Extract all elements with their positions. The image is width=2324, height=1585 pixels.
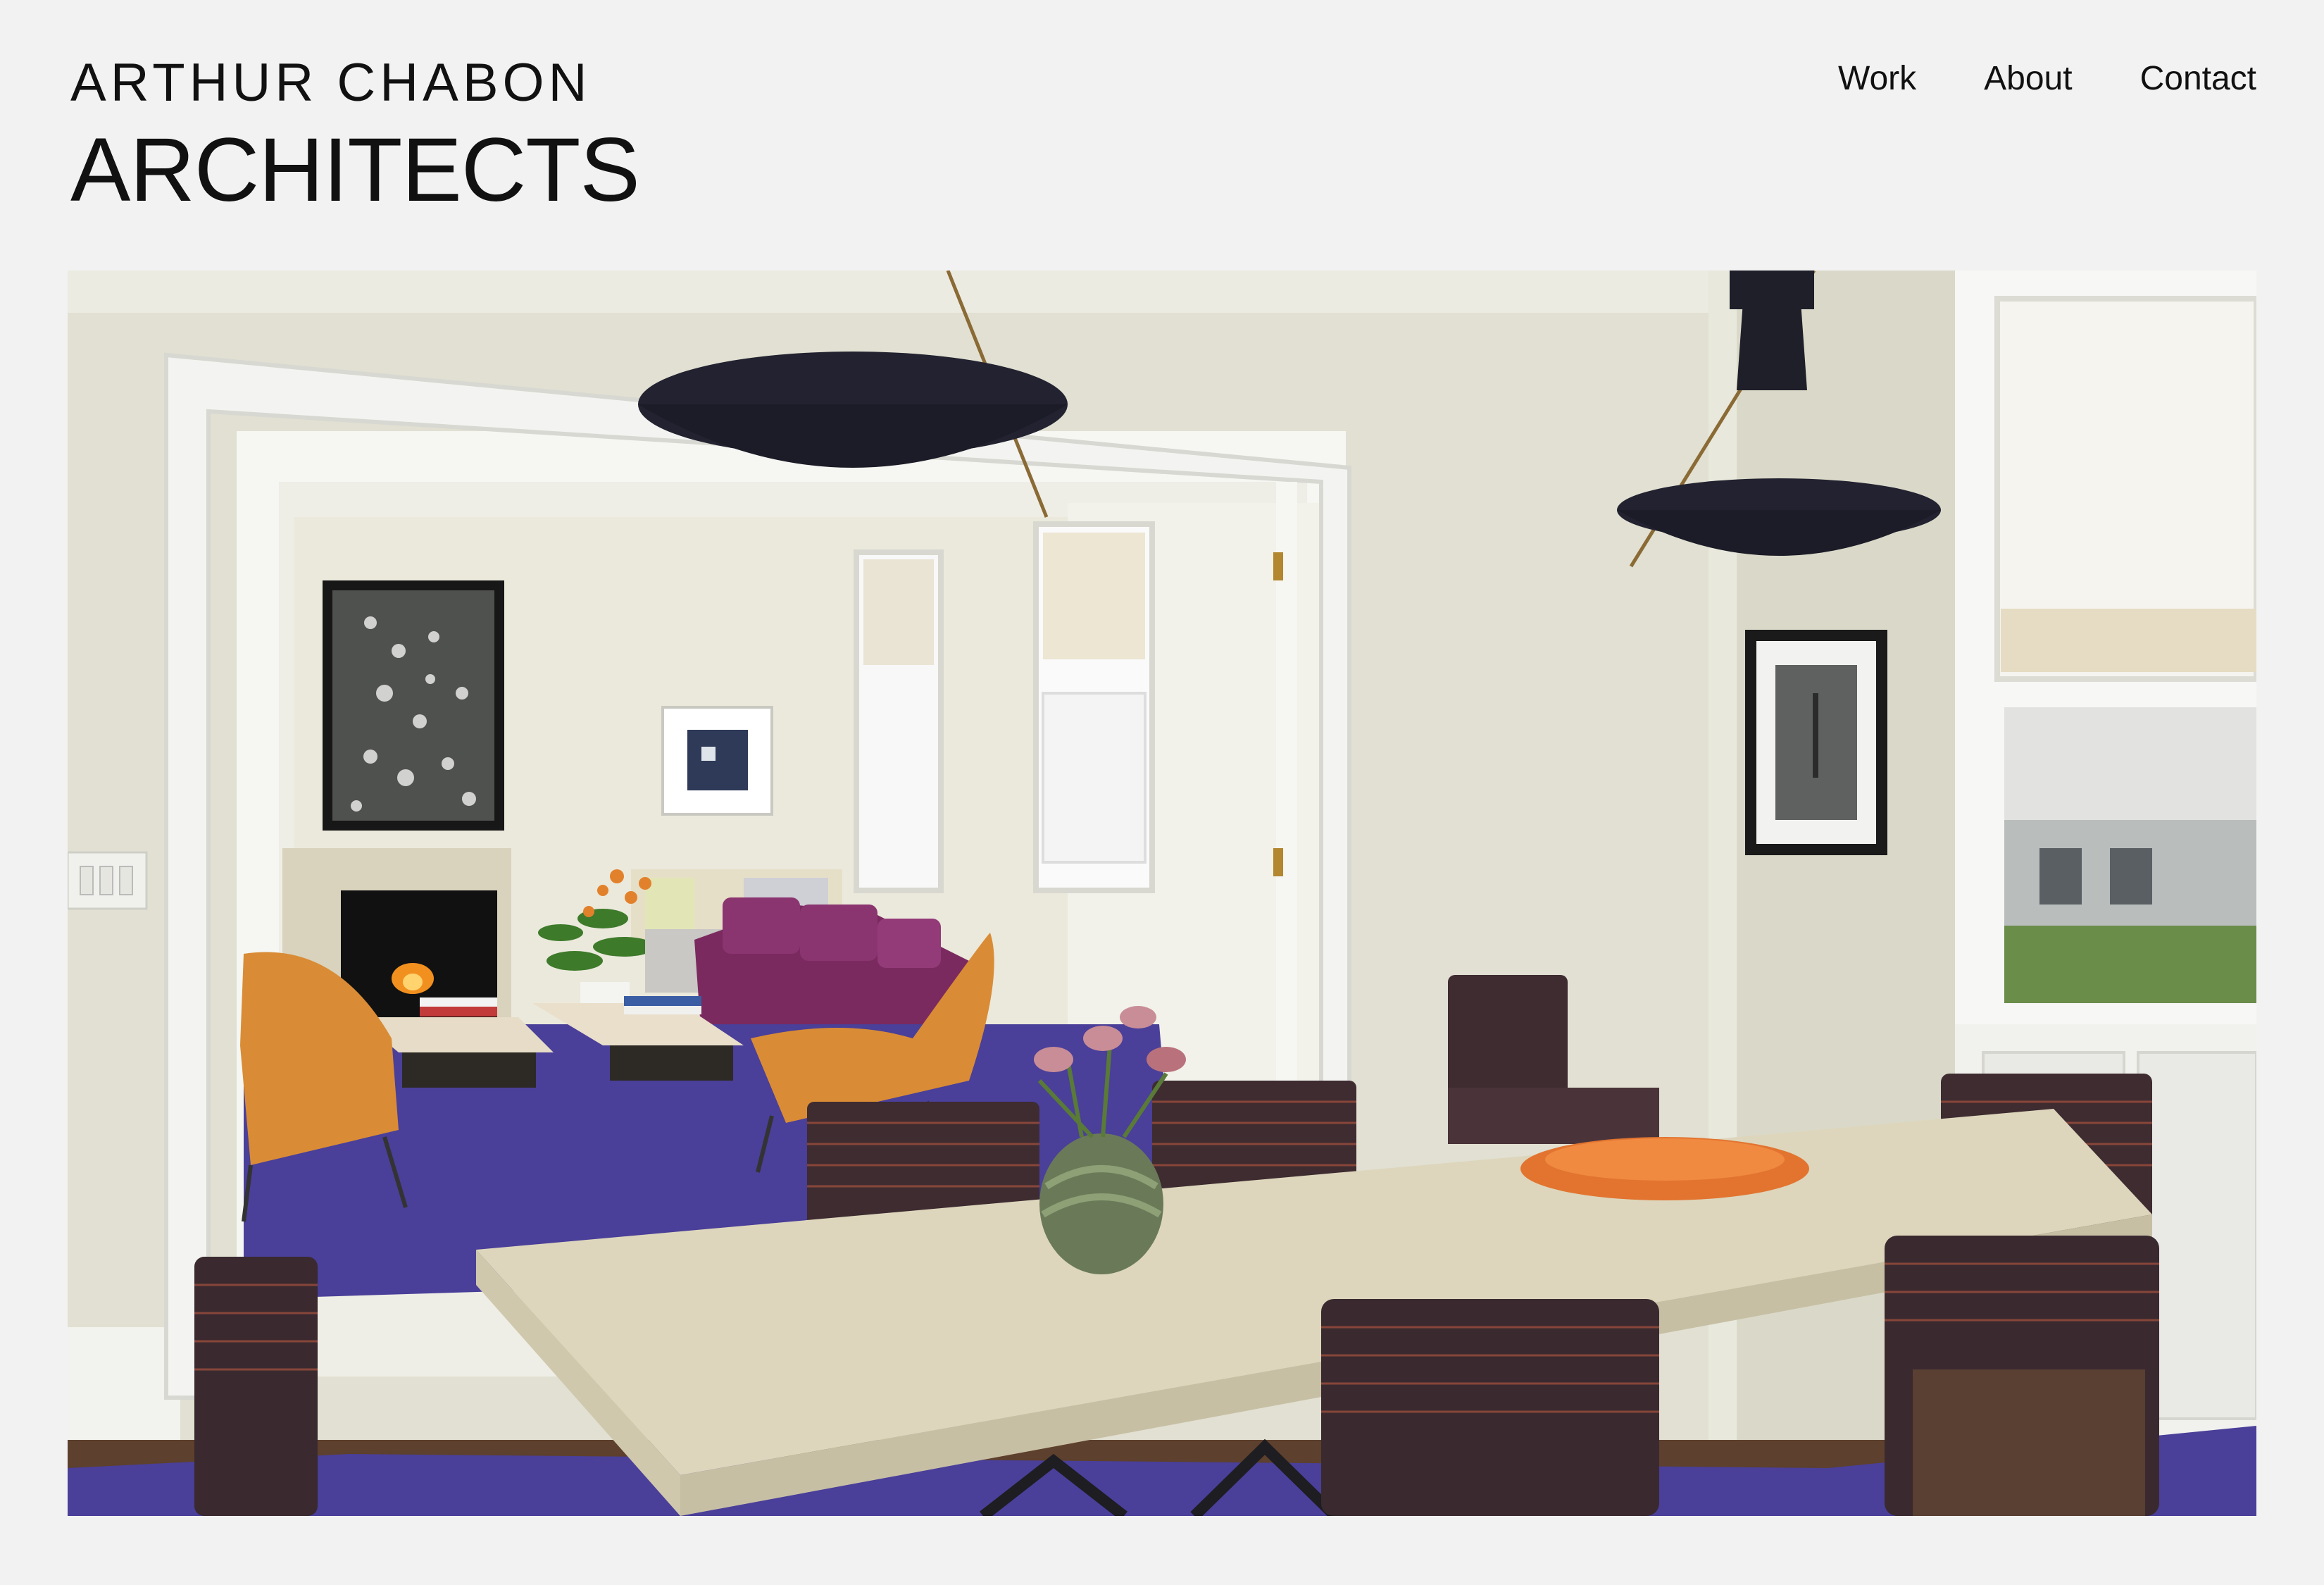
brand-name: ARTHUR CHABON: [70, 53, 592, 113]
brand-subtitle: ARCHITECTS: [70, 120, 640, 220]
main-nav: Work About Contact: [1838, 62, 2256, 96]
hero-image: [68, 271, 2256, 1516]
nav-contact-link[interactable]: Contact: [2140, 62, 2256, 96]
dining-room-photo: [68, 271, 2256, 1516]
nav-work-link[interactable]: Work: [1838, 62, 1916, 96]
brand-logo[interactable]: ARTHUR CHABON ARCHITECTS: [70, 53, 640, 220]
nav-about-link[interactable]: About: [1984, 62, 2072, 96]
